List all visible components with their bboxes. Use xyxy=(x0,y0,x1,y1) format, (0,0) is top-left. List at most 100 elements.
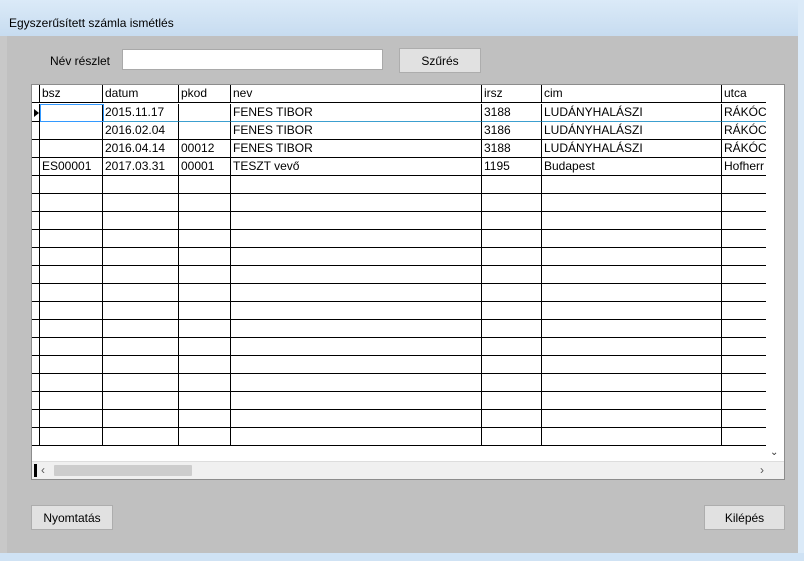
name-filter-input[interactable] xyxy=(122,49,383,70)
grid-cell[interactable] xyxy=(722,194,766,212)
grid-cell[interactable]: Hofherr xyxy=(722,158,766,176)
row-indicator[interactable] xyxy=(32,302,40,320)
grid-cell[interactable] xyxy=(179,284,231,302)
row-indicator[interactable] xyxy=(32,140,40,158)
row-indicator[interactable] xyxy=(32,338,40,356)
grid-cell[interactable] xyxy=(722,212,766,230)
grid-cell[interactable] xyxy=(179,374,231,392)
grid-cell[interactable]: 2015.11.17 xyxy=(103,104,179,122)
table-row[interactable] xyxy=(32,410,766,428)
grid-cell[interactable] xyxy=(542,284,722,302)
column-header-1[interactable]: datum xyxy=(103,85,179,103)
grid-cell[interactable] xyxy=(722,320,766,338)
table-row[interactable] xyxy=(32,248,766,266)
grid-cell[interactable] xyxy=(40,122,103,140)
grid-cell[interactable] xyxy=(542,392,722,410)
grid-cell[interactable] xyxy=(231,428,482,446)
grid-cell[interactable] xyxy=(482,356,542,374)
grid-cell[interactable] xyxy=(231,392,482,410)
grid-cell[interactable] xyxy=(482,428,542,446)
grid-cell[interactable] xyxy=(722,230,766,248)
grid-cell[interactable] xyxy=(103,212,179,230)
table-row[interactable] xyxy=(32,356,766,374)
grid-cell[interactable] xyxy=(231,284,482,302)
grid-cell[interactable] xyxy=(542,356,722,374)
row-indicator[interactable] xyxy=(32,428,40,446)
table-row[interactable] xyxy=(32,302,766,320)
grid-cell[interactable] xyxy=(231,212,482,230)
grid-cell[interactable] xyxy=(103,266,179,284)
row-indicator[interactable] xyxy=(32,410,40,428)
grid-cell[interactable] xyxy=(40,212,103,230)
filter-button[interactable]: Szűrés xyxy=(399,48,481,73)
row-indicator[interactable] xyxy=(32,374,40,392)
grid-cell[interactable] xyxy=(231,356,482,374)
grid-cell[interactable] xyxy=(179,104,231,122)
column-header-6[interactable]: utca xyxy=(722,85,766,103)
grid-cell[interactable] xyxy=(40,302,103,320)
grid-cell[interactable] xyxy=(542,176,722,194)
column-header-5[interactable]: cim xyxy=(542,85,722,103)
grid-cell[interactable] xyxy=(722,248,766,266)
grid-cell[interactable] xyxy=(40,392,103,410)
table-row[interactable]: 2016.04.14 00012 FENES TIBOR 3188 LUDÁNYHALÁ… xyxy=(32,140,766,158)
grid-cell[interactable]: 2016.02.04 xyxy=(103,122,179,140)
grid-cell[interactable] xyxy=(722,392,766,410)
grid-cell[interactable] xyxy=(542,374,722,392)
grid-cell[interactable] xyxy=(542,194,722,212)
grid-cell[interactable]: LUDÁNYHALÁSZI xyxy=(542,140,722,158)
grid-cell[interactable] xyxy=(542,212,722,230)
grid-cell[interactable] xyxy=(179,338,231,356)
grid-cell[interactable] xyxy=(40,374,103,392)
grid-cell[interactable] xyxy=(179,122,231,140)
grid-cell[interactable]: FENES TIBOR xyxy=(231,122,482,140)
grid-cell[interactable] xyxy=(231,266,482,284)
grid-cell[interactable] xyxy=(103,302,179,320)
grid-cell[interactable] xyxy=(179,320,231,338)
grid-cell[interactable] xyxy=(482,194,542,212)
grid-cell[interactable]: 3186 xyxy=(482,122,542,140)
grid-cell[interactable] xyxy=(179,356,231,374)
horizontal-scroll-thumb[interactable] xyxy=(54,465,192,476)
scroll-right-icon[interactable]: › xyxy=(760,463,764,477)
grid-cell[interactable] xyxy=(103,320,179,338)
grid-cell[interactable] xyxy=(179,248,231,266)
row-indicator[interactable] xyxy=(32,212,40,230)
vertical-scrollbar[interactable]: ⌄ xyxy=(766,85,784,462)
grid-cell[interactable] xyxy=(722,338,766,356)
grid-cell[interactable] xyxy=(542,230,722,248)
grid-cell[interactable] xyxy=(231,230,482,248)
table-row[interactable] xyxy=(32,320,766,338)
table-row[interactable] xyxy=(32,392,766,410)
grid-cell[interactable] xyxy=(103,410,179,428)
table-row[interactable] xyxy=(32,266,766,284)
grid-cell[interactable] xyxy=(103,338,179,356)
table-row[interactable]: ES00001 2017.03.31 00001 TESZT vevő 1195 Buda… xyxy=(32,158,766,176)
grid-cell[interactable] xyxy=(231,338,482,356)
grid-cell[interactable] xyxy=(40,266,103,284)
grid-cell[interactable] xyxy=(542,338,722,356)
grid-cell[interactable]: FENES TIBOR xyxy=(231,140,482,158)
invoice-grid[interactable]: bsz datum pkod nev irsz cim utca 2015.11.17 FENE… xyxy=(31,84,785,480)
grid-cell[interactable]: 3188 xyxy=(482,104,542,122)
grid-cell[interactable] xyxy=(103,374,179,392)
row-indicator[interactable] xyxy=(32,356,40,374)
grid-cell[interactable] xyxy=(542,428,722,446)
grid-cell[interactable] xyxy=(542,302,722,320)
grid-cell[interactable]: 00001 xyxy=(179,158,231,176)
grid-cell[interactable] xyxy=(482,176,542,194)
grid-cell[interactable]: LUDÁNYHALÁSZI xyxy=(542,122,722,140)
column-header-3[interactable]: nev xyxy=(231,85,482,103)
grid-cell[interactable] xyxy=(179,176,231,194)
grid-cell[interactable]: FENES TIBOR xyxy=(231,104,482,122)
grid-cell[interactable] xyxy=(40,284,103,302)
table-row[interactable] xyxy=(32,428,766,446)
table-row[interactable] xyxy=(32,212,766,230)
grid-cell[interactable] xyxy=(179,230,231,248)
row-indicator[interactable] xyxy=(32,176,40,194)
grid-cell[interactable] xyxy=(40,338,103,356)
row-indicator[interactable] xyxy=(32,104,40,122)
grid-cell[interactable] xyxy=(231,176,482,194)
table-row[interactable] xyxy=(32,338,766,356)
grid-cell[interactable]: RÁKÓCZ xyxy=(722,104,766,122)
